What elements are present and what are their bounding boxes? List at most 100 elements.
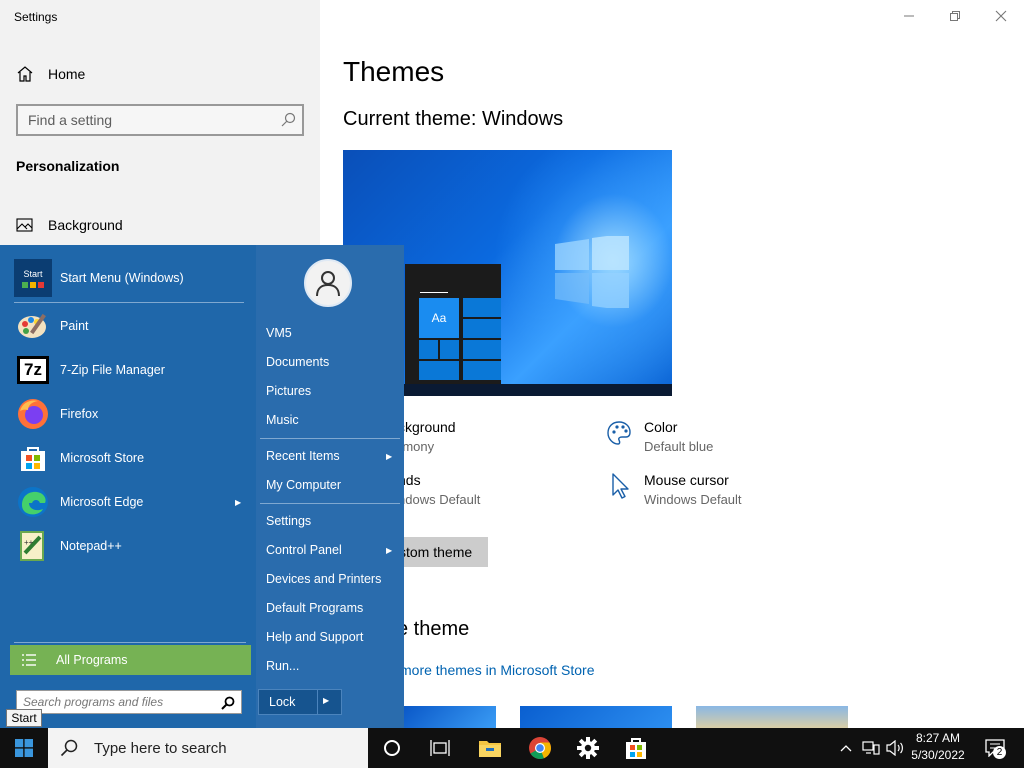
theme-thumbnail-windows-light[interactable]: [520, 706, 672, 728]
prop-label: Color: [644, 419, 678, 435]
pinned-start-menu-windows[interactable]: Start Start Menu (Windows): [14, 259, 184, 297]
firefox-icon: [14, 395, 52, 433]
search-icon[interactable]: [221, 696, 235, 710]
sidebar-item-background[interactable]: Background: [16, 214, 123, 236]
pinned-label: Paint: [60, 319, 89, 333]
divider: [14, 642, 246, 643]
network-icon: [862, 741, 880, 755]
pinned-label: Firefox: [60, 407, 99, 421]
store-taskbar-button[interactable]: [612, 728, 660, 768]
search-icon: [60, 739, 78, 757]
edge-icon: [14, 483, 52, 521]
start-search-box[interactable]: [16, 690, 242, 714]
divider: [260, 503, 400, 504]
restore-button[interactable]: [932, 0, 978, 32]
link-music[interactable]: Music: [266, 413, 299, 427]
volume-button[interactable]: [884, 728, 906, 768]
settings-taskbar-button[interactable]: [564, 728, 612, 768]
cortana-button[interactable]: [368, 728, 416, 768]
prop-value: rmony: [398, 439, 435, 454]
page-title: Themes: [343, 56, 445, 87]
start-menu-links-pane: VM5 Documents Pictures Music Recent Item…: [256, 245, 404, 728]
windows-wallpaper-logo: [555, 236, 629, 308]
find-setting-input[interactable]: [18, 106, 258, 134]
pinned-label: Notepad++: [60, 539, 122, 553]
file-explorer-button[interactable]: [466, 728, 514, 768]
link-control-panel[interactable]: Control Panel: [266, 543, 342, 557]
all-programs-button[interactable]: All Programs: [10, 645, 251, 675]
find-setting-box[interactable]: [16, 104, 304, 136]
svg-text:++: ++: [24, 538, 34, 547]
theme-prop-background[interactable]: ckground rmony: [398, 419, 456, 454]
notification-count-badge: 2: [993, 746, 1006, 759]
pinned-label: Start Menu (Windows): [60, 271, 184, 285]
prop-value: ndows Default: [398, 492, 481, 507]
palette-icon: [607, 421, 631, 445]
chrome-icon: [529, 737, 551, 759]
task-view-button[interactable]: [416, 728, 464, 768]
submenu-arrow-icon: ▶: [386, 546, 393, 555]
prop-value: Windows Default: [644, 492, 742, 507]
chevron-right-icon[interactable]: ▶: [323, 696, 329, 705]
pinned-notepadpp[interactable]: ++ Notepad++: [14, 527, 122, 565]
pinned-paint[interactable]: Paint: [14, 307, 89, 345]
start-menu: Start Start Menu (Windows) Paint 7z 7-Zi…: [0, 245, 404, 728]
submenu-arrow-icon: ▶: [386, 452, 393, 461]
link-my-computer[interactable]: My Computer: [266, 478, 341, 492]
7zip-icon: 7z: [14, 351, 52, 389]
store-icon: [14, 439, 52, 477]
prop-label: ckground: [398, 419, 456, 435]
search-icon[interactable]: [280, 112, 296, 128]
show-hidden-icons-button[interactable]: [836, 728, 856, 768]
lock-label: Lock: [269, 695, 296, 709]
link-recent-items[interactable]: Recent Items: [266, 449, 340, 463]
pinned-microsoft-edge[interactable]: Microsoft Edge: [14, 483, 143, 521]
start-search-input[interactable]: [17, 691, 207, 713]
link-run[interactable]: Run...: [266, 659, 299, 673]
divider: [260, 438, 400, 439]
sidebar-item-home[interactable]: Home: [16, 62, 85, 86]
close-icon: [995, 10, 1007, 22]
chrome-button[interactable]: [516, 728, 564, 768]
current-theme-heading: Current theme: Windows: [343, 108, 564, 130]
all-programs-label: All Programs: [56, 653, 128, 667]
section-title: Personalization: [16, 158, 120, 174]
cursor-icon: [612, 473, 629, 499]
minimize-button[interactable]: [886, 0, 932, 32]
pinned-microsoft-store[interactable]: Microsoft Store: [14, 439, 144, 477]
restore-icon: [950, 11, 960, 21]
submenu-arrow-icon: ▶: [235, 498, 242, 507]
link-devices-printers[interactable]: Devices and Printers: [266, 572, 381, 586]
theme-thumbnail-flowers[interactable]: [696, 706, 848, 728]
link-pictures[interactable]: Pictures: [266, 384, 311, 398]
taskbar-search-box[interactable]: Type here to search: [48, 728, 368, 768]
window-title: Settings: [14, 10, 58, 24]
pinned-label: Microsoft Store: [60, 451, 145, 465]
lock-button[interactable]: Lock ▶: [258, 689, 342, 715]
theme-prop-sounds[interactable]: nds ndows Default: [398, 472, 480, 507]
link-help-support[interactable]: Help and Support: [266, 630, 363, 644]
windows-logo-icon: [15, 739, 33, 757]
clock-time: 8:27 AM: [915, 731, 961, 745]
link-settings[interactable]: Settings: [266, 514, 311, 528]
link-documents[interactable]: Documents: [266, 355, 329, 369]
close-button[interactable]: [978, 0, 1024, 32]
image-icon: [16, 218, 33, 232]
pinned-7zip[interactable]: 7z 7-Zip File Manager: [14, 351, 165, 389]
theme-prop-color[interactable]: Color Default blue: [644, 419, 713, 454]
taskbar-search-placeholder: Type here to search: [94, 739, 227, 757]
start-tooltip: Start: [6, 709, 42, 727]
theme-prop-mouse-cursor[interactable]: Mouse cursor Windows Default: [644, 472, 742, 507]
theme-thumbnail-windows[interactable]: [404, 706, 496, 728]
clock-date: 5/30/2022: [911, 748, 965, 762]
link-default-programs[interactable]: Default Programs: [266, 601, 363, 615]
chevron-up-icon: [840, 745, 852, 752]
user-icon: [316, 271, 340, 297]
user-avatar[interactable]: [304, 259, 352, 307]
link-user[interactable]: VM5: [266, 326, 292, 340]
network-button[interactable]: [860, 728, 882, 768]
taskbar-clock[interactable]: 8:27 AM 5/30/2022: [906, 730, 970, 764]
pinned-firefox[interactable]: Firefox: [14, 395, 98, 433]
start-button[interactable]: [0, 728, 48, 768]
store-icon: [626, 738, 646, 759]
